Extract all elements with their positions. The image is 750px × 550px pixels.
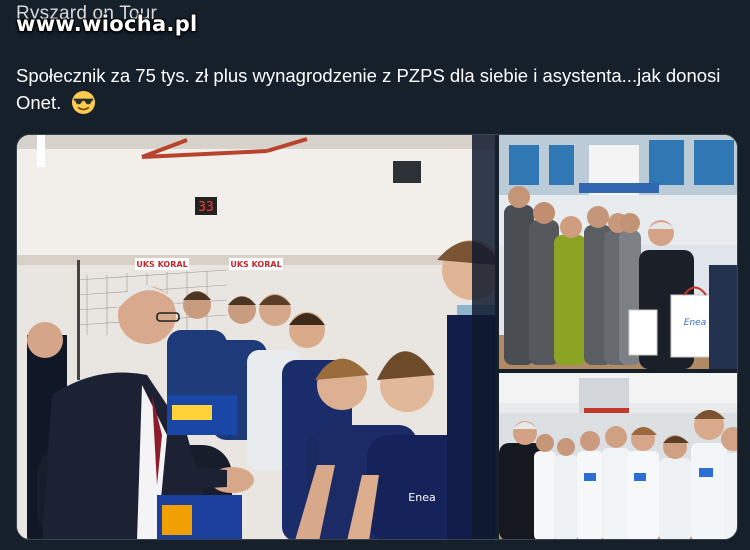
bag-sponsor-text: Enea <box>684 318 706 328</box>
sunglasses-emoji-icon <box>71 90 96 115</box>
tweet-text-body: Społecznik za 75 tys. zł plus wynagrodze… <box>16 65 721 113</box>
banner-uks-koral-1: UKS KORAL <box>136 260 187 269</box>
tweet-media-grid[interactable]: 33 UKS KORAL UKS KORAL Enea Enea <box>16 134 738 540</box>
jersey-sponsor-text: Enea <box>408 491 435 504</box>
photo-award-ceremony-main[interactable]: 33 UKS KORAL UKS KORAL Enea <box>17 135 495 539</box>
banner-uks-koral-2: UKS KORAL <box>230 260 281 269</box>
site-watermark: www.wiocha.pl <box>16 12 198 36</box>
photo-award-ceremony-white-jerseys[interactable] <box>499 373 737 539</box>
photo-award-ceremony-line[interactable]: Enea <box>499 135 737 369</box>
tweet-text: Społecznik za 75 tys. zł plus wynagrodze… <box>16 62 738 116</box>
scoreboard-number: 33 <box>198 200 214 215</box>
